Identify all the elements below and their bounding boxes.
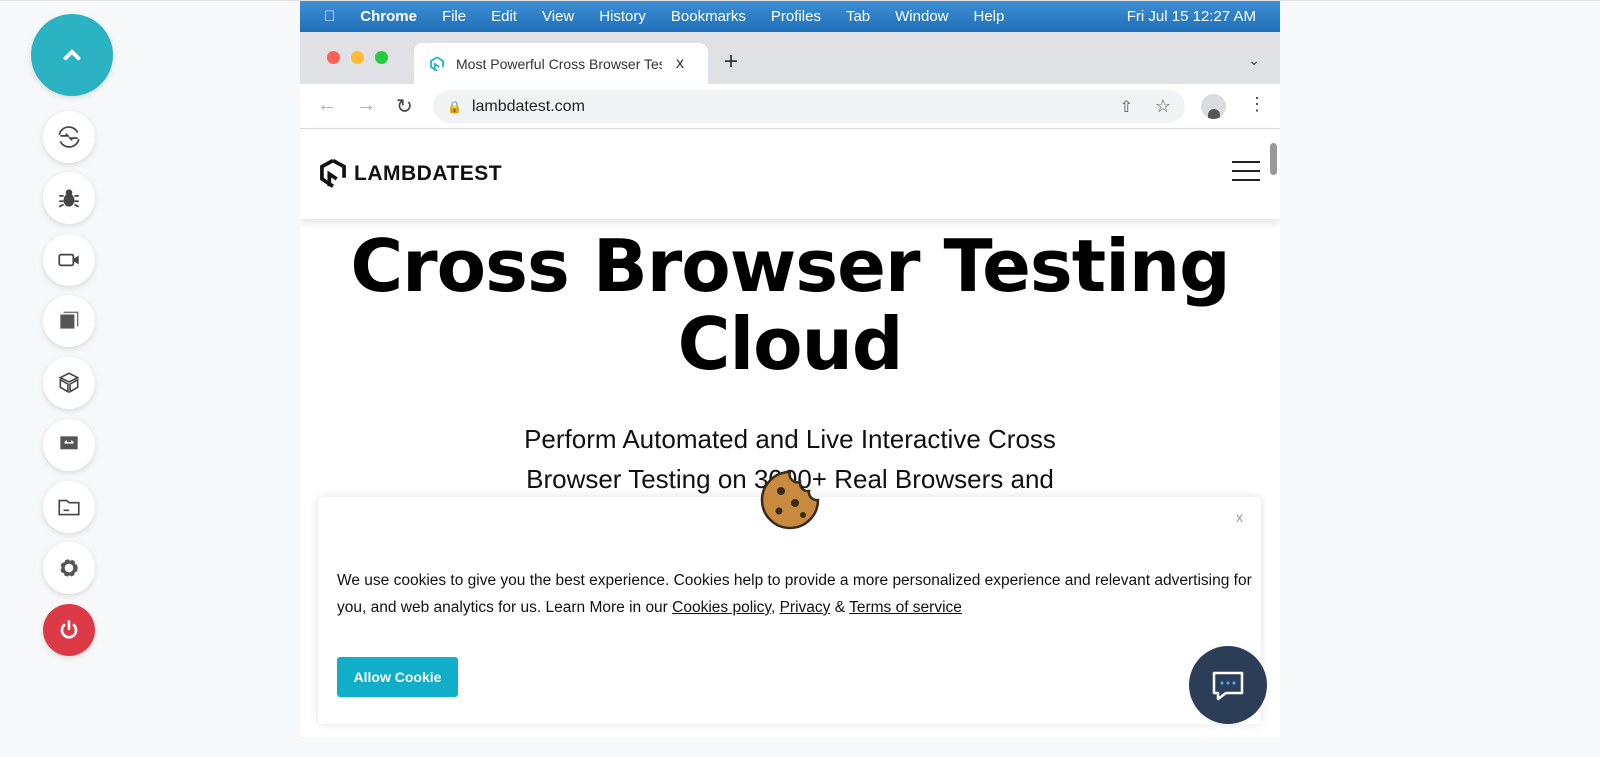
- menu-help[interactable]: Help: [974, 8, 1005, 25]
- tab-search-chevron-icon[interactable]: ⌄: [1248, 52, 1260, 69]
- bug-button[interactable]: [43, 172, 95, 224]
- headline-line1: Cross Browser Testing: [350, 224, 1230, 308]
- close-window-button[interactable]: [327, 51, 340, 64]
- browser-window:  Chrome File Edit View History Bookmark…: [300, 1, 1280, 737]
- minimize-window-button[interactable]: [351, 51, 364, 64]
- url-text: lambdatest.com: [471, 97, 585, 115]
- share-icon[interactable]: ⇧: [1120, 97, 1133, 117]
- menu-file[interactable]: File: [442, 8, 466, 25]
- switch-browser-button[interactable]: [43, 111, 95, 163]
- switch-icon: [58, 126, 80, 148]
- web-page: LAMBDATEST Cross Browser Testing Cloud Pe…: [300, 129, 1280, 737]
- lock-icon: 🔒: [447, 99, 462, 114]
- clock: Fri Jul 15 12:27 AM: [1126, 8, 1256, 25]
- folder-icon: [58, 499, 80, 516]
- profile-avatar[interactable]: [1201, 94, 1226, 119]
- chat-bubble-icon: [1212, 671, 1244, 701]
- privacy-link[interactable]: Privacy: [780, 599, 831, 616]
- apple-icon[interactable]: : [324, 8, 335, 25]
- gear-icon: [60, 559, 78, 577]
- cookie-text: We use cookies to give you the best expe…: [337, 567, 1252, 621]
- 3d-box-button[interactable]: [43, 357, 95, 409]
- scrollbar[interactable]: [1270, 143, 1277, 175]
- hero-headline: Cross Browser Testing Cloud: [300, 227, 1280, 383]
- tab-strip: Most Powerful Cross Browser Testing x + …: [300, 32, 1280, 84]
- cube-icon: [58, 372, 80, 394]
- gallery-icon: [60, 311, 79, 329]
- lambdatest-logo-icon[interactable]: [318, 158, 348, 190]
- cookie-icon: [760, 470, 820, 530]
- tab-close-button[interactable]: x: [676, 55, 684, 73]
- video-button[interactable]: [43, 234, 95, 286]
- menu-window[interactable]: Window: [895, 8, 948, 25]
- site-logo[interactable]: LAMBDATEST: [354, 162, 502, 186]
- video-camera-icon: [58, 253, 79, 267]
- reload-icon[interactable]: ↻: [396, 94, 413, 119]
- allow-cookie-button[interactable]: Allow Cookie: [337, 657, 458, 697]
- tab-active[interactable]: Most Powerful Cross Browser Testing x: [414, 43, 708, 84]
- site-header: LAMBDATEST: [300, 129, 1280, 219]
- cookie-close-button[interactable]: x: [1236, 509, 1243, 525]
- menu-view[interactable]: View: [542, 8, 574, 25]
- menu-history[interactable]: History: [599, 8, 646, 25]
- hamburger-menu-icon[interactable]: [1232, 161, 1260, 188]
- kebab-menu-icon[interactable]: ⋮: [1248, 94, 1266, 115]
- bookmark-star-icon[interactable]: ☆: [1155, 96, 1171, 117]
- cookies-policy-link[interactable]: Cookies policy: [672, 599, 771, 616]
- menu-tab[interactable]: Tab: [846, 8, 870, 25]
- forward-arrow-icon[interactable]: →: [356, 94, 376, 117]
- file-manager-button[interactable]: [43, 481, 95, 533]
- sep: ,: [770, 599, 780, 616]
- back-arrow-icon[interactable]: ←: [317, 94, 337, 117]
- menu-bookmarks[interactable]: Bookmarks: [671, 8, 746, 25]
- settings-button[interactable]: [43, 542, 95, 594]
- chevron-up-icon: [63, 49, 81, 61]
- sep: &: [830, 599, 850, 616]
- scroll-up-button[interactable]: [31, 14, 113, 96]
- address-bar-row: ← → ↻ 🔒 lambdatest.com ⇧ ☆ ⋮: [300, 84, 1280, 129]
- cookie-banner: x We use cookies to give you the best ex…: [318, 497, 1261, 724]
- tab-title: Most Powerful Cross Browser Testing: [456, 55, 662, 72]
- menu-edit[interactable]: Edit: [491, 8, 517, 25]
- bug-icon: [58, 189, 80, 208]
- power-icon: [60, 620, 78, 639]
- new-tab-button[interactable]: +: [724, 48, 738, 76]
- resolution-button[interactable]: [43, 419, 95, 471]
- screenshots-button[interactable]: [43, 295, 95, 347]
- mac-menubar:  Chrome File Edit View History Bookmark…: [300, 1, 1280, 32]
- menu-app[interactable]: Chrome: [360, 8, 417, 25]
- lambdatest-favicon-icon: [430, 55, 444, 72]
- monitor-icon: [60, 436, 78, 455]
- url-input[interactable]: 🔒 lambdatest.com ⇧ ☆: [433, 90, 1185, 123]
- headline-line2: Cloud: [677, 302, 904, 386]
- end-session-button[interactable]: [43, 604, 95, 656]
- menu-profiles[interactable]: Profiles: [771, 8, 821, 25]
- terms-link[interactable]: Terms of service: [849, 599, 962, 616]
- chat-widget-button[interactable]: [1189, 646, 1267, 724]
- maximize-window-button[interactable]: [375, 51, 388, 64]
